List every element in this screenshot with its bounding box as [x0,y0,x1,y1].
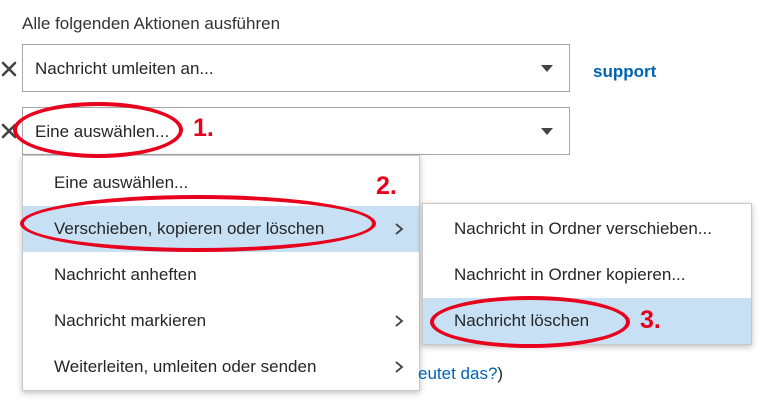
close-icon[interactable] [0,60,18,78]
submenu-item-label: Nachricht in Ordner verschieben... [454,219,712,238]
annotation-step-2: 2. [376,172,397,200]
close-icon[interactable] [0,122,18,140]
action-select-2[interactable]: Eine auswählen... [22,107,570,155]
action-select-2-value: Eine auswählen... [35,122,170,141]
help-link[interactable]: eutet das? [418,364,497,383]
help-text: eutet das?) [418,364,503,384]
submenu-move-copy-delete: Nachricht in Ordner verschieben... Nachr… [422,203,752,345]
chevron-right-icon [393,222,405,236]
submenu-item-delete-message[interactable]: Nachricht löschen [423,298,751,344]
chevron-right-icon [393,360,405,374]
submenu-item-move-to-folder[interactable]: Nachricht in Ordner verschieben... [423,206,751,252]
action-select-1[interactable]: Nachricht umleiten an... [22,44,570,92]
menu-item-label: Nachricht markieren [54,311,207,330]
caret-down-icon [541,128,553,135]
menu-item-forward-redirect-send[interactable]: Weiterleiten, umleiten oder senden [23,344,419,390]
menu-item-label: Verschieben, kopieren oder löschen [54,219,325,238]
submenu-item-label: Nachricht löschen [454,311,590,330]
menu-item-move-copy-delete[interactable]: Verschieben, kopieren oder löschen [23,206,419,252]
action-dropdown-menu: Eine auswählen... Verschieben, kopieren … [22,155,420,391]
menu-item-choose[interactable]: Eine auswählen... [23,160,419,206]
menu-item-label: Nachricht anheften [54,265,197,284]
caret-down-icon [541,65,553,72]
menu-item-label: Weiterleiten, umleiten oder senden [54,357,317,376]
submenu-item-copy-to-folder[interactable]: Nachricht in Ordner kopieren... [423,252,751,298]
support-link[interactable]: support [593,62,656,82]
menu-item-pin-message[interactable]: Nachricht anheften [23,252,419,298]
menu-item-label: Eine auswählen... [54,173,189,192]
menu-item-mark-message[interactable]: Nachricht markieren [23,298,419,344]
section-heading: Alle folgenden Aktionen ausführen [22,14,281,33]
annotation-step-3: 3. [640,306,661,334]
chevron-right-icon [393,314,405,328]
help-text-suffix: ) [497,364,504,383]
annotation-step-1: 1. [193,114,214,142]
action-select-1-value: Nachricht umleiten an... [35,59,214,78]
submenu-item-label: Nachricht in Ordner kopieren... [454,265,686,284]
